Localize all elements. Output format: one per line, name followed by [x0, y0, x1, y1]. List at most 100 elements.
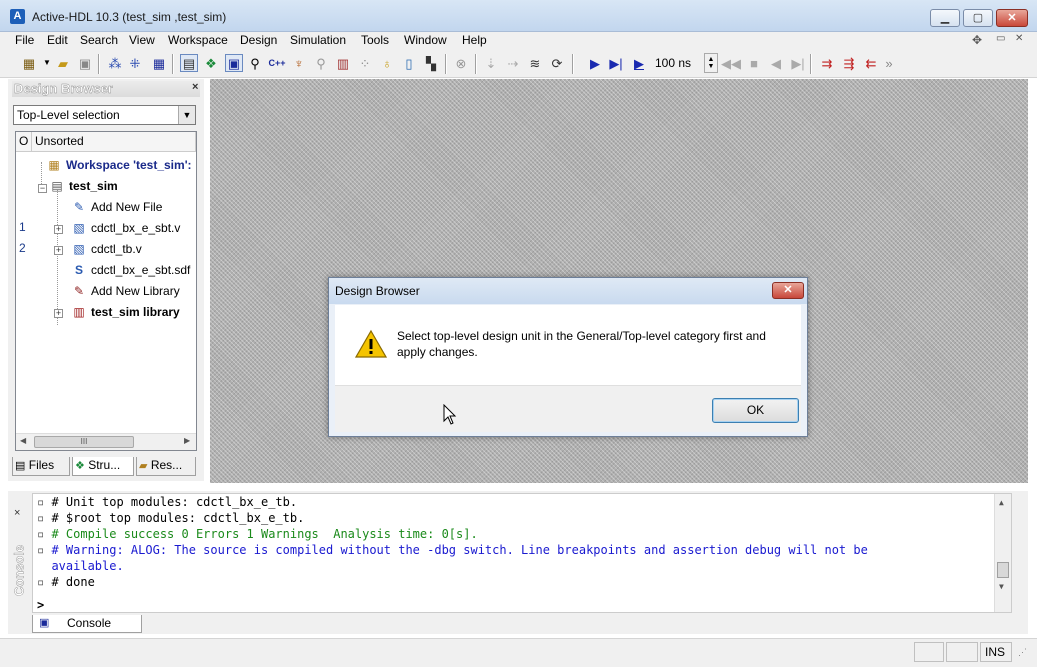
top-level-selector[interactable]: Top-Level selection ▼ — [13, 105, 196, 125]
menu-tools[interactable]: Tools — [361, 33, 389, 47]
trace-back-icon[interactable]: ◀ — [767, 54, 785, 72]
toolbar-overflow-icon[interactable]: » — [880, 54, 898, 72]
selector-value: Top-Level selection — [17, 108, 120, 122]
tree-item-sdf-file[interactable]: S cdctl_bx_e_sbt.sdf — [71, 262, 190, 278]
chevron-down-icon[interactable]: ▼ — [178, 106, 195, 124]
maximize-button[interactable]: ▢ — [963, 9, 993, 27]
step-over-icon[interactable]: ⇢ — [504, 54, 522, 72]
resize-grip-icon[interactable]: ⋰ — [1018, 647, 1027, 658]
close-panel-icon[interactable]: × — [192, 81, 198, 93]
warning-file-icon: ▧ — [73, 242, 85, 256]
grid-icon[interactable]: ▦ — [150, 54, 168, 72]
console-line: ▫ # Compile success 0 Errors 1 Warnings … — [37, 527, 478, 541]
new-workspace-icon[interactable]: ▦ — [20, 54, 38, 72]
close-button[interactable]: ✕ — [996, 9, 1028, 27]
tree-item-design[interactable]: ▤ test_sim — [49, 178, 117, 194]
structure-icon[interactable]: ❖ — [202, 54, 220, 72]
console-icon[interactable]: ▣ — [225, 54, 243, 72]
collapse-icon[interactable]: − — [38, 184, 47, 193]
dialog-titlebar: Design Browser ✕ — [329, 278, 807, 304]
files-icon: ▤ — [15, 460, 26, 472]
console-side-header: × Console — [8, 491, 30, 634]
tab-files[interactable]: ▤ Files — [12, 457, 70, 476]
menu-window[interactable]: Window — [404, 33, 447, 47]
sdf-file-icon: S — [74, 263, 83, 277]
run-until-icon[interactable]: ▶| — [607, 54, 625, 72]
trace-out-icon[interactable]: ⇇ — [862, 54, 880, 72]
trace-over-icon[interactable]: ⇶ — [840, 54, 858, 72]
move-icon[interactable]: ✥ — [972, 33, 982, 47]
tree-item-add-new-library[interactable]: ✎ Add New Library — [71, 283, 180, 299]
waveform-icon[interactable]: ≋ — [526, 54, 544, 72]
menu-workspace[interactable]: Workspace — [168, 33, 228, 47]
menu-view[interactable]: View — [129, 33, 155, 47]
search-files-icon[interactable]: ⚲ — [312, 54, 330, 72]
library-icon[interactable]: ▥ — [334, 54, 352, 72]
find-icon[interactable]: ⚲ — [246, 54, 264, 72]
step-back-icon[interactable]: ◀◀ — [721, 54, 741, 72]
menu-bar: File Edit Search View Workspace Design S… — [0, 32, 1037, 50]
close-console-icon[interactable]: × — [14, 507, 20, 519]
menu-help[interactable]: Help — [462, 33, 487, 47]
scroll-left-icon[interactable]: ◀ — [20, 436, 26, 445]
console-scroll-thumb[interactable] — [997, 562, 1009, 578]
column-order[interactable]: O — [16, 132, 32, 152]
document-icon[interactable]: ▯ — [400, 54, 418, 72]
tree-item-add-new-file[interactable]: ✎ Add New File — [71, 199, 162, 215]
scroll-down-icon[interactable]: ▼ — [999, 582, 1004, 591]
run-for-icon[interactable]: ▶ — [630, 54, 648, 72]
breakpoint-icon[interactable]: ⇣ — [482, 54, 500, 72]
tab-resources[interactable]: ▰ Res... — [136, 457, 196, 476]
design-browser-icon[interactable]: ▤ — [180, 54, 198, 72]
status-bar: INS ⋰ — [0, 638, 1037, 667]
expand-icon[interactable]: + — [54, 225, 63, 234]
tree-item-source-file[interactable]: ▧ cdctl_bx_e_sbt.v — [71, 220, 180, 236]
cpp-debug-icon[interactable]: C++ — [268, 54, 286, 72]
tab-structure[interactable]: ❖ Stru... — [72, 457, 134, 476]
browser-tabs: ▤ Files ❖ Stru... ▰ Res... — [12, 457, 202, 477]
scroll-thumb[interactable]: III — [34, 436, 134, 448]
trace-in-icon[interactable]: ⇉ — [818, 54, 836, 72]
minimize-button[interactable]: ▁ — [930, 9, 960, 27]
compile-all-icon[interactable]: ⁜ — [126, 54, 144, 72]
status-cell — [946, 642, 978, 662]
menu-simulation[interactable]: Simulation — [290, 33, 346, 47]
time-spinner[interactable]: ▲ ▼ — [704, 53, 718, 73]
console-output[interactable]: ▫ # Unit top modules: cdctl_bx_e_tb. ▫ #… — [32, 493, 1012, 613]
menu-search[interactable]: Search — [80, 33, 118, 47]
tree-item-library[interactable]: ▥ test_sim library — [71, 304, 179, 320]
lightbulb-icon[interactable]: ♁ — [378, 54, 396, 72]
dialog-close-button[interactable]: ✕ — [772, 282, 804, 299]
tree-item-workspace[interactable]: ▦ Workspace 'test_sim': — [46, 157, 191, 173]
hierarchy-icon[interactable]: ♆ — [290, 54, 308, 72]
menu-file[interactable]: File — [15, 33, 34, 47]
menu-design[interactable]: Design — [240, 33, 277, 47]
design-browser-dialog: Design Browser ✕ Select top-level design… — [328, 277, 808, 437]
close-child-icon[interactable]: ✕ — [1015, 33, 1023, 44]
trace-forward-icon[interactable]: ▶| — [789, 54, 807, 72]
scroll-right-icon[interactable]: ▶ — [184, 436, 190, 445]
row-number: 2 — [19, 241, 26, 255]
save-icon[interactable]: ▣ — [76, 54, 94, 72]
expand-icon[interactable]: + — [54, 309, 63, 318]
menu-edit[interactable]: Edit — [47, 33, 68, 47]
tree-item-testbench-file[interactable]: ▧ cdctl_tb.v — [71, 241, 141, 257]
console-prompt[interactable]: > — [37, 598, 44, 613]
end-sim-icon[interactable]: ■ — [745, 54, 763, 72]
flow-icon[interactable]: ▚ — [422, 54, 440, 72]
stop-icon[interactable]: ⊗ — [452, 54, 470, 72]
open-folder-icon[interactable]: ▰ — [54, 54, 72, 72]
restore-icon[interactable]: ▭ — [996, 33, 1005, 44]
sim-time-field[interactable]: 100 ns — [655, 56, 691, 70]
scroll-up-icon[interactable]: ▲ — [999, 498, 1004, 507]
compile-icon[interactable]: ⁂ — [106, 54, 124, 72]
run-icon[interactable]: ▶ — [586, 54, 604, 72]
horizontal-scrollbar[interactable]: ◀ III ▶ — [16, 433, 196, 450]
column-unsorted[interactable]: Unsorted — [32, 132, 196, 152]
console-vertical-scrollbar[interactable]: ▲ ▼ — [994, 494, 1011, 612]
restart-icon[interactable]: ⟳ — [548, 54, 566, 72]
network-icon[interactable]: ⁘ — [356, 54, 374, 72]
ok-button[interactable]: OK — [712, 398, 799, 423]
expand-icon[interactable]: + — [54, 246, 63, 255]
tab-console[interactable]: ▣ Console — [32, 615, 142, 633]
